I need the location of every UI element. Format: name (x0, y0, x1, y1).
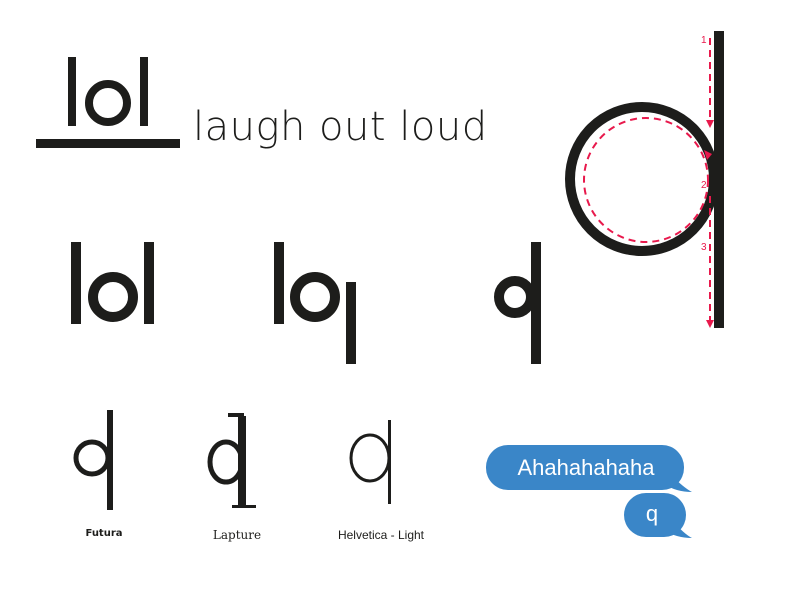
chat-message-1: Ahahahahaha (517, 455, 655, 480)
chat-message-2: q (645, 501, 659, 526)
